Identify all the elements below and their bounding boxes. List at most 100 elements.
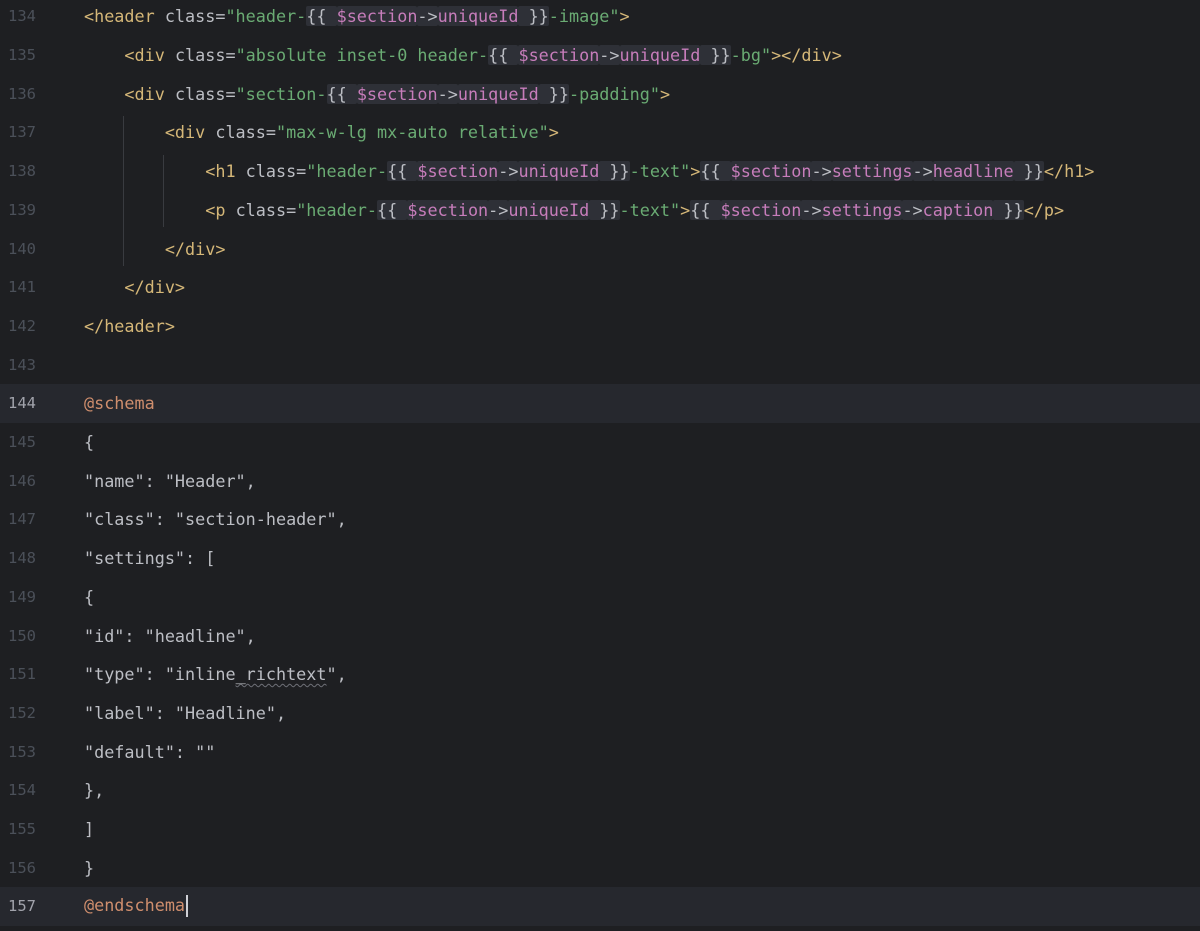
code-token: ></div>	[771, 45, 842, 66]
code-token: $section	[417, 161, 499, 182]
code-token: -text"	[619, 199, 681, 220]
code-text[interactable]: <div class="section-{{ $section->uniqueI…	[84, 83, 671, 104]
line-number: 153	[8, 742, 36, 761]
line-number: 146	[8, 471, 36, 490]
code-text[interactable]: "name": "Header",	[84, 471, 256, 491]
code-token: settings	[821, 199, 903, 220]
code-token: ->	[488, 199, 509, 220]
indent-guide	[163, 155, 164, 227]
code-text[interactable]: <p class="header-{{ $section->uniqueId }…	[84, 199, 1065, 220]
code-token: </header>	[84, 315, 175, 336]
code-token: "header-	[225, 6, 307, 27]
code-token: }}	[518, 6, 549, 27]
code-text[interactable]: "label": "Headline",	[84, 703, 286, 723]
code-line[interactable]: 148 "settings": [	[0, 539, 1200, 578]
code-line[interactable]: 138 <h1 class="header-{{ $section->uniqu…	[0, 152, 1200, 191]
code-line[interactable]: 143	[0, 345, 1200, 384]
code-line[interactable]: 153 "default": ""	[0, 732, 1200, 771]
code-text[interactable]: @schema	[84, 393, 155, 413]
code-line[interactable]: 152 "label": "Headline",	[0, 694, 1200, 733]
code-line[interactable]: 145 {	[0, 423, 1200, 462]
code-text[interactable]: "settings": [	[84, 548, 215, 568]
code-line[interactable]: 137 <div class="max-w-lg mx-auto relativ…	[0, 113, 1200, 152]
code-line[interactable]: 134 <header class="header-{{ $section->un…	[0, 0, 1200, 36]
code-line[interactable]: 142 </header>	[0, 307, 1200, 346]
code-token: >	[680, 199, 691, 220]
line-number: 143	[8, 355, 36, 374]
code-token: "name": "Header",	[84, 470, 256, 491]
line-number: 155	[8, 820, 36, 839]
code-token: }}	[700, 45, 731, 66]
code-line[interactable]: 140 </div>	[0, 229, 1200, 268]
code-token: class=	[174, 45, 236, 66]
code-text[interactable]: "default": ""	[84, 742, 215, 762]
code-line[interactable]: 147 "class": "section-header",	[0, 500, 1200, 539]
code-token: "absolute inset-0 header-	[235, 45, 489, 66]
code-text[interactable]: @endschema	[84, 895, 189, 918]
code-token: ->	[417, 6, 438, 27]
code-token: <div	[84, 45, 175, 66]
code-token: ]	[84, 819, 95, 840]
text-caret	[186, 895, 189, 918]
line-number: 151	[8, 665, 36, 684]
code-token: uniqueId	[518, 161, 600, 182]
code-text[interactable]: ]	[84, 819, 94, 839]
code-text[interactable]: </div>	[84, 239, 226, 259]
code-text[interactable]: "class": "section-header",	[84, 509, 347, 529]
code-token: $section	[356, 83, 438, 104]
code-line[interactable]: 156}	[0, 848, 1200, 887]
code-token: </p>	[1023, 199, 1065, 220]
code-token: "section-	[235, 83, 327, 104]
code-token: class=	[235, 199, 297, 220]
code-token: }}	[538, 83, 569, 104]
code-line[interactable]: 151 "type": "inline_richtext",	[0, 655, 1200, 694]
code-line[interactable]: 149 {	[0, 578, 1200, 617]
line-number: 156	[8, 858, 36, 877]
code-token: {{	[377, 199, 408, 220]
line-number: 148	[8, 549, 36, 568]
code-token: "header-	[306, 161, 388, 182]
code-token: $section	[518, 45, 600, 66]
code-line[interactable]: 154},	[0, 771, 1200, 810]
code-text[interactable]: {	[84, 432, 94, 452]
code-text[interactable]: "id": "headline",	[84, 626, 256, 646]
line-number: 138	[8, 162, 36, 181]
code-line[interactable]: 157 @endschema	[0, 887, 1200, 926]
code-token: }}	[1013, 161, 1044, 182]
code-line[interactable]: 155]	[0, 810, 1200, 849]
code-text[interactable]: }	[84, 858, 94, 878]
code-text[interactable]: {	[84, 587, 94, 607]
code-token: uniqueId	[508, 199, 590, 220]
code-text[interactable]: </header>	[84, 316, 175, 336]
line-number: 157	[8, 897, 36, 916]
code-token: >	[619, 6, 630, 27]
line-number: 142	[8, 316, 36, 335]
code-token: class=	[215, 122, 276, 143]
code-text[interactable]: <header class="header-{{ $section->uniqu…	[84, 6, 630, 27]
code-token: -text"	[629, 161, 691, 182]
code-text[interactable]: "type": "inline_richtext",	[84, 664, 347, 684]
code-line[interactable]: 135 <div class="absolute inset-0 header-…	[0, 36, 1200, 75]
code-token: uniqueId	[457, 83, 539, 104]
code-token: >	[690, 161, 701, 182]
code-token: class=	[164, 6, 226, 27]
code-text[interactable]: <div class="absolute inset-0 header-{{ $…	[84, 45, 842, 66]
line-number: 137	[8, 123, 36, 142]
code-editor[interactable]: 134 <header class="header-{{ $section->un…	[0, 0, 1200, 931]
code-line[interactable]: 141 </div>	[0, 268, 1200, 307]
code-line[interactable]: 136 <div class="section-{{ $section->uni…	[0, 74, 1200, 113]
code-line[interactable]: 146 "name": "Header",	[0, 461, 1200, 500]
code-line[interactable]: 144 @schema	[0, 384, 1200, 423]
line-number: 140	[8, 239, 36, 258]
code-line[interactable]: 139 <p class="header-{{ $section->unique…	[0, 191, 1200, 230]
code-text[interactable]: </div>	[84, 277, 185, 297]
code-text[interactable]: <div class="max-w-lg mx-auto relative">	[84, 122, 559, 142]
code-text[interactable]: <h1 class="header-{{ $section->uniqueId …	[84, 161, 1094, 182]
code-token: >	[548, 122, 559, 143]
code-token: >	[659, 83, 671, 104]
code-token: _richtext	[235, 664, 327, 685]
code-line[interactable]: 150 "id": "headline",	[0, 616, 1200, 655]
line-number: 150	[8, 626, 36, 645]
code-text[interactable]: },	[84, 780, 104, 800]
line-number: 144	[8, 394, 36, 413]
